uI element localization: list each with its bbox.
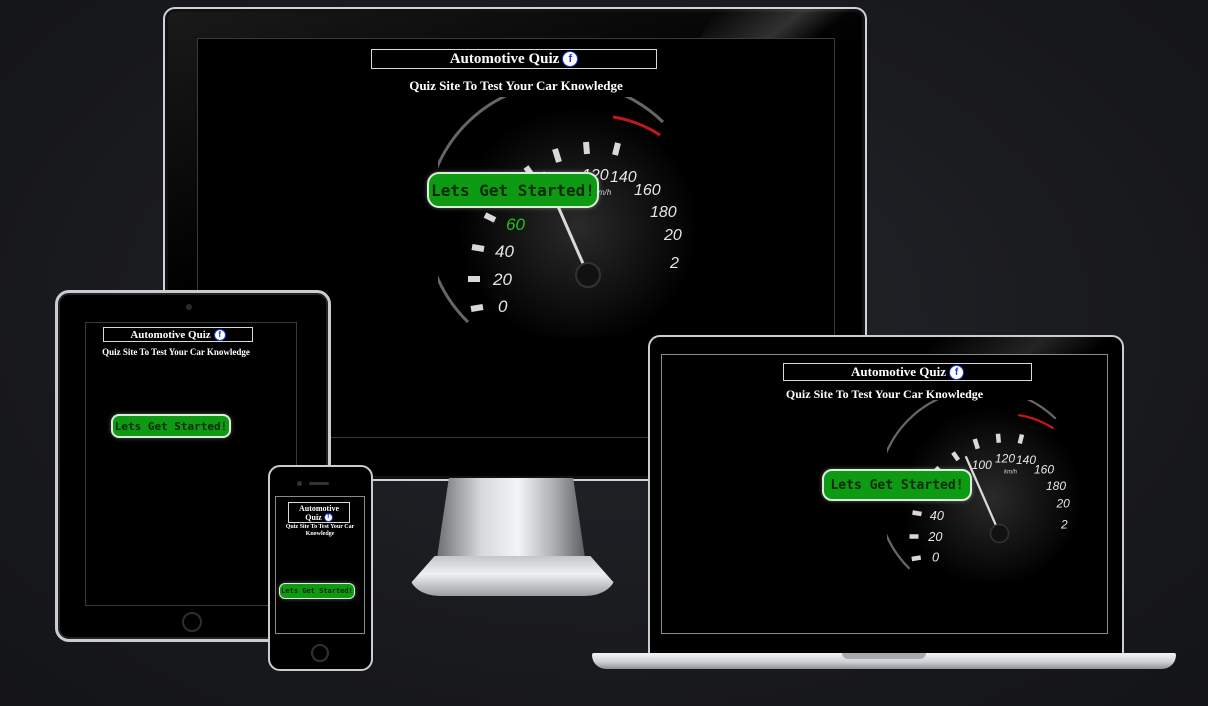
site-subtitle-line1: Quiz Site To Test Your Car (285, 524, 355, 530)
speed-label-200: 20 (1056, 496, 1071, 510)
speed-label-40: 40 (495, 242, 514, 261)
speed-label-220: 2 (1060, 517, 1068, 531)
site-title: Automotive Quiz f (103, 327, 253, 342)
speed-label-180: 180 (650, 204, 677, 221)
site-title: Automotive Quiz f (783, 363, 1032, 381)
speedometer-image: 0 20 40 60 80 100 120 140 160 180 20 2 k… (438, 97, 698, 337)
site-title-line2: Quiz (305, 512, 322, 522)
speed-label-180: 180 (1046, 479, 1066, 493)
site-subtitle: Quiz Site To Test Your Car Knowledge (785, 387, 984, 401)
site-title: Automotive Quiz f (288, 502, 350, 523)
phone-speaker (309, 482, 329, 485)
tablet-screen: Automotive Quiz f Quiz Site To Test Your… (85, 322, 297, 606)
phone-home-button (311, 644, 329, 662)
speed-label-20: 20 (492, 270, 512, 289)
speed-label-160: 160 (1034, 463, 1054, 477)
site-title-text: Automotive Quiz (130, 328, 211, 341)
start-quiz-button[interactable]: Lets Get Started! (427, 172, 599, 208)
start-quiz-button[interactable]: Lets Get Started! (279, 583, 355, 599)
monitor-stand-neck (437, 478, 585, 558)
phone-camera (297, 481, 302, 486)
site-subtitle: Quiz Site To Test Your Car Knowledge (102, 347, 250, 357)
monitor-stand-base (410, 556, 615, 596)
speed-label-0: 0 (932, 549, 939, 564)
site-title-text: Automotive Quiz (851, 364, 946, 379)
start-quiz-button[interactable]: Lets Get Started! (111, 414, 231, 438)
needle-hub (575, 262, 601, 288)
site-subtitle: Quiz Site To Test Your Car Knowledge (276, 524, 364, 538)
site-subtitle: Quiz Site To Test Your Car Knowledge (409, 78, 623, 93)
speed-label-120: 120 (995, 451, 1015, 465)
site-title-text: Automotive Quiz (449, 50, 560, 67)
laptop-screen: 0 20 40 60 80 100 120 140 160 180 20 2 k… (661, 354, 1108, 634)
needle-hub (989, 523, 1010, 544)
site-title: Automotive Quiz f (371, 49, 657, 69)
speed-label-60: 60 (506, 215, 525, 234)
speed-label-160: 160 (634, 182, 661, 199)
speed-unit: km/h (1004, 470, 1018, 476)
laptop-notch (842, 653, 926, 659)
speed-label-20: 20 (927, 529, 942, 544)
facebook-icon[interactable]: f (213, 328, 226, 341)
facebook-icon[interactable]: f (948, 364, 964, 380)
speed-label-40: 40 (930, 508, 944, 523)
tablet-camera (186, 304, 192, 310)
site-title-line1: Automotive (299, 503, 339, 513)
site-subtitle-line2: Knowledge (305, 531, 335, 537)
speed-label-0: 0 (498, 297, 508, 316)
start-quiz-button[interactable]: Lets Get Started! (822, 469, 972, 501)
facebook-icon[interactable]: f (562, 51, 579, 67)
speed-label-200: 20 (663, 227, 682, 244)
tablet-home-button (182, 612, 202, 632)
facebook-icon[interactable]: f (323, 512, 333, 522)
phone-screen: Automotive Quiz f Quiz Site To Test Your… (275, 496, 365, 634)
speed-label-100: 100 (972, 458, 992, 472)
speed-label-140: 140 (610, 169, 637, 186)
speed-label-220: 2 (669, 255, 679, 272)
